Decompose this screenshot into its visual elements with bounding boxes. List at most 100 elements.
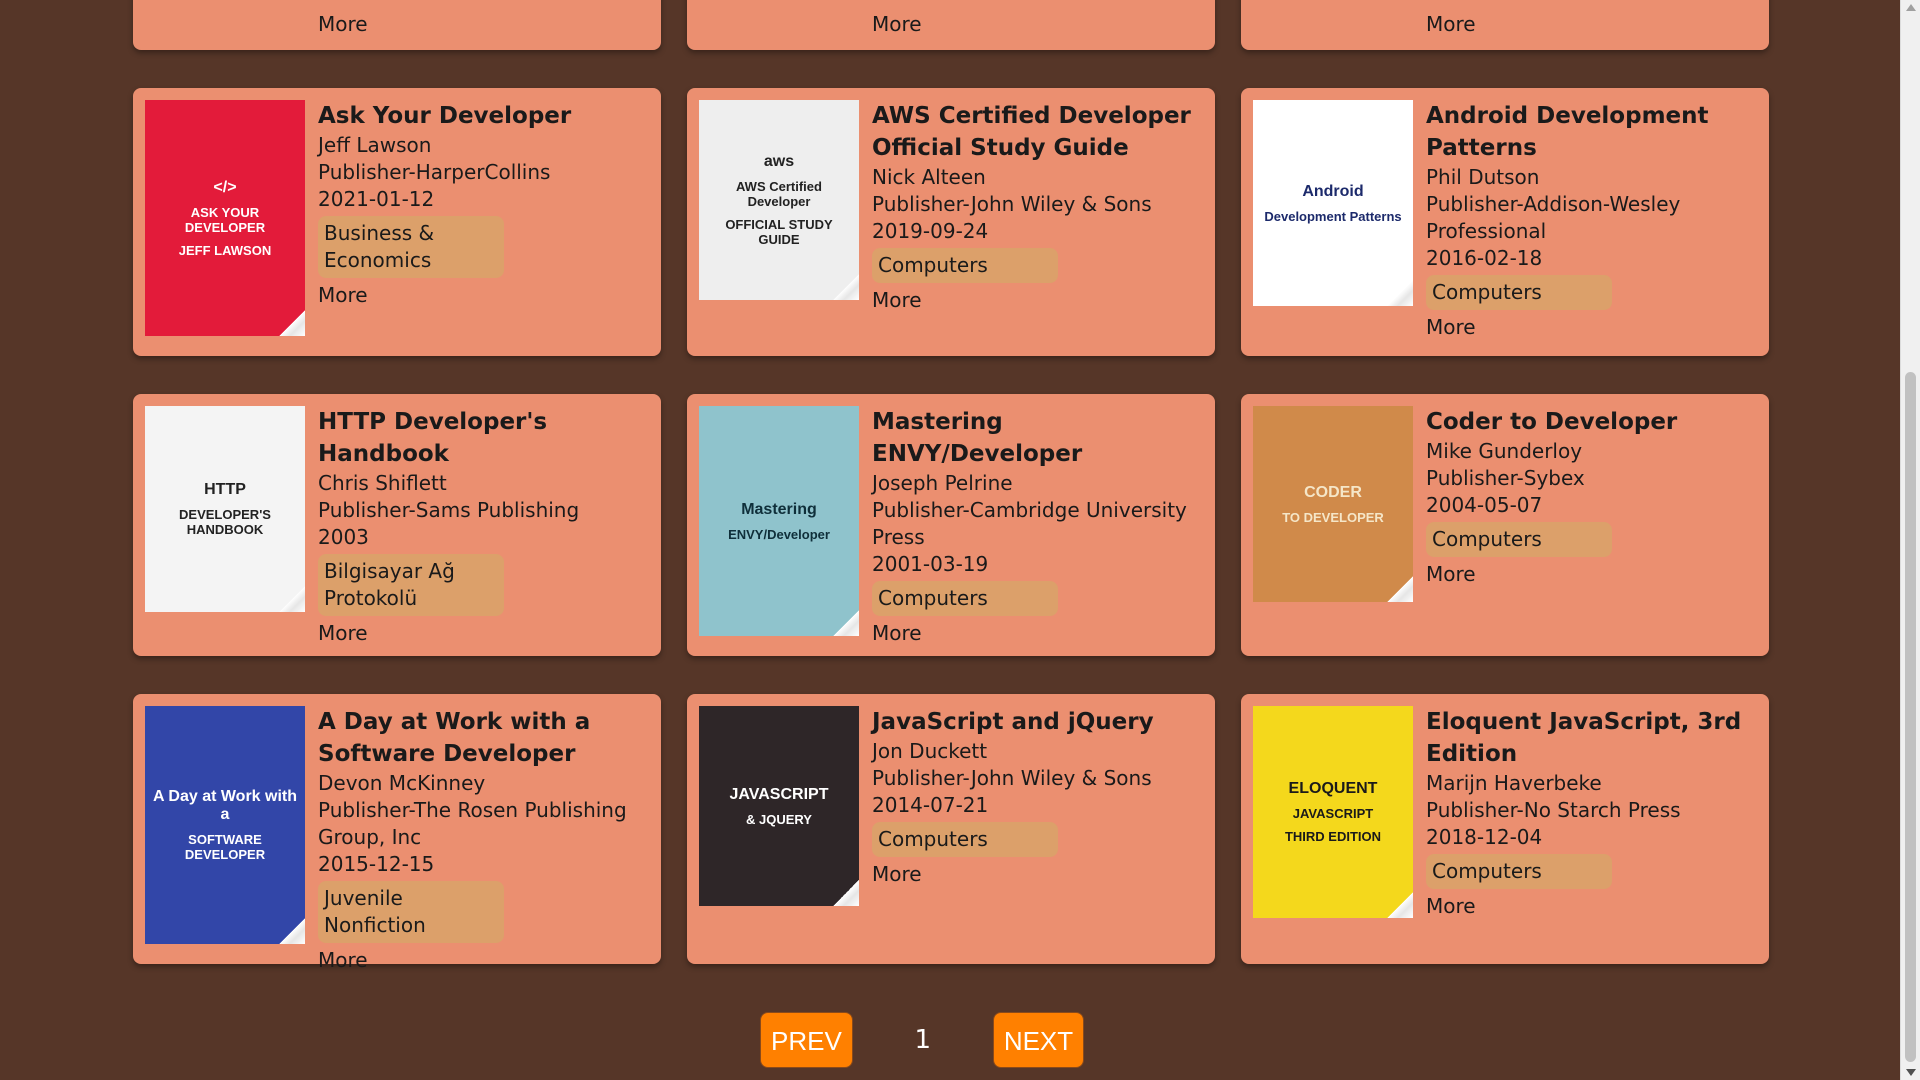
book-author: Jon Duckett xyxy=(872,739,988,763)
prev-button[interactable]: PREV xyxy=(760,1012,853,1068)
book-info: Ask Your Developer Jeff Lawson Publisher-H… xyxy=(318,100,649,344)
page-curl-icon xyxy=(279,918,305,944)
cover-text: ELOQUENT xyxy=(1288,780,1378,797)
cover-text: A Day at Work with a xyxy=(152,788,298,823)
category-badge: Computers xyxy=(1426,522,1612,557)
book-card: More xyxy=(133,0,661,50)
category-badge: Bilgisayar Ağ Protokolü xyxy=(318,554,504,616)
category-badge: Juvenile Nonfiction xyxy=(318,881,504,943)
category-badge: Computers xyxy=(872,248,1058,283)
current-page-number: 1 xyxy=(914,1025,932,1055)
book-title: A Day at Work with a Software Developer xyxy=(318,709,591,767)
more-link[interactable]: More xyxy=(318,620,649,647)
book-date: 2016-02-18 xyxy=(1426,246,1543,270)
more-link[interactable]: More xyxy=(318,11,649,38)
book-cover-image[interactable]: Mastering ENVY/Developer xyxy=(699,406,859,636)
more-link[interactable]: More xyxy=(318,282,649,309)
more-link[interactable]: More xyxy=(872,11,1203,38)
more-link[interactable]: More xyxy=(872,861,1203,888)
book-author: Mike Gunderloy xyxy=(1426,439,1583,463)
page-curl-icon xyxy=(833,274,859,300)
book-cover-image[interactable]: Android Development Patterns xyxy=(1253,100,1413,306)
category-badge: Computers xyxy=(1426,854,1612,889)
cover-text: THIRD EDITION xyxy=(1284,829,1382,844)
book-card: </> ASK YOUR DEVELOPER JEFF LAWSON Ask Your… xyxy=(133,88,661,356)
book-author: Phil Dutson xyxy=(1426,165,1540,189)
book-cover-image[interactable]: A Day at Work with a SOFTWARE DEVELOPER xyxy=(145,706,305,944)
book-title: Android Development Patterns xyxy=(1426,103,1709,161)
book-cover-image[interactable]: HTTP DEVELOPER'S HANDBOOK xyxy=(145,406,305,612)
book-card: ELOQUENT JAVASCRIPT THIRD EDITION Eloquent … xyxy=(1241,694,1769,964)
cover-text: TO DEVELOPER xyxy=(1282,509,1384,525)
book-info: Mastering ENVY/Developer Joseph Pelrine Pu… xyxy=(872,406,1203,647)
book-cover-image[interactable]: aws AWS Certified Developer OFFICIAL STUDY… xyxy=(699,100,859,300)
book-cover-image[interactable]: ELOQUENT JAVASCRIPT THIRD EDITION xyxy=(1253,706,1413,918)
cover-text: ASK YOUR DEVELOPER xyxy=(184,204,266,235)
book-author: Marijn Haverbeke xyxy=(1426,771,1602,795)
book-card: CODER TO DEVELOPER Coder to Developer Mike … xyxy=(1241,394,1769,656)
category-badge: Business & Economics xyxy=(318,216,504,278)
book-date: 2014-07-21 xyxy=(872,793,989,817)
book-cover-image[interactable]: </> ASK YOUR DEVELOPER JEFF LAWSON xyxy=(145,100,305,336)
book-card: aws AWS Certified Developer OFFICIAL STUDY… xyxy=(687,88,1215,356)
book-title: Ask Your Developer xyxy=(318,103,572,129)
cover-text: JEFF LAWSON xyxy=(178,242,272,258)
more-link[interactable]: More xyxy=(872,620,1203,647)
scrollbar-thumb[interactable] xyxy=(1905,372,1916,1062)
book-title: HTTP Developer's Handbook xyxy=(318,409,548,467)
book-card: Mastering ENVY/Developer Mastering ENVY/De… xyxy=(687,394,1215,656)
more-link[interactable]: More xyxy=(1426,893,1757,920)
vertical-scrollbar[interactable] xyxy=(1900,0,1920,1080)
page-curl-icon xyxy=(1387,280,1413,306)
book-author: Nick Alteen xyxy=(872,165,986,189)
book-cover-image[interactable]: JAVASCRIPT & JQUERY xyxy=(699,706,859,906)
pagination: PREV 1 NEXT xyxy=(760,1012,1085,1068)
more-link[interactable]: More xyxy=(1426,561,1757,588)
book-card: More xyxy=(1241,0,1769,50)
cover-text: JAVASCRIPT xyxy=(1292,806,1374,821)
book-publisher: Publisher-HarperCollins xyxy=(318,160,551,184)
cover-text: </> xyxy=(213,178,237,196)
more-link[interactable]: More xyxy=(318,947,649,974)
cover-text: AWS Certified Developer xyxy=(736,179,822,209)
book-card: Android Development Patterns Android Devel… xyxy=(1241,88,1769,356)
book-date: 2021-01-12 xyxy=(318,187,435,211)
book-title: Eloquent JavaScript, 3rd Edition xyxy=(1426,709,1742,767)
book-publisher: Publisher-John Wiley & Sons xyxy=(872,766,1152,790)
book-info: Eloquent JavaScript, 3rd Edition Marijn H… xyxy=(1426,706,1757,952)
scroll-up-arrow-icon[interactable] xyxy=(1906,4,1916,11)
page-curl-icon xyxy=(1387,892,1413,918)
book-publisher: Publisher-The Rosen Publishing Group, In… xyxy=(318,798,627,849)
book-title: JavaScript and jQuery xyxy=(872,709,1154,735)
cover-text: JAVASCRIPT xyxy=(729,785,829,803)
book-publisher: Publisher-Addison-Wesley Professional xyxy=(1426,192,1681,243)
more-link[interactable]: More xyxy=(1426,314,1757,341)
book-cover-image[interactable]: CODER TO DEVELOPER xyxy=(1253,406,1413,602)
book-publisher: Publisher-Sybex xyxy=(1426,466,1585,490)
scroll-down-arrow-icon[interactable] xyxy=(1906,1069,1916,1076)
book-author: Devon McKinney xyxy=(318,771,486,795)
book-info: Android Development Patterns Phil Dutson P… xyxy=(1426,100,1757,344)
page-curl-icon xyxy=(279,310,305,336)
book-list-page: More More More </> ASK YOUR DEVELOPER JEFF LA… xyxy=(0,0,1900,1080)
category-badge: Computers xyxy=(1426,275,1612,310)
book-publisher: Publisher-No Starch Press xyxy=(1426,798,1681,822)
book-date: 2003 xyxy=(318,525,369,549)
category-badge: Computers xyxy=(872,581,1058,616)
next-button[interactable]: NEXT xyxy=(992,1012,1085,1068)
book-info: More xyxy=(872,0,1203,38)
cover-text: aws xyxy=(763,153,795,170)
more-link[interactable]: More xyxy=(1426,11,1757,38)
book-title: AWS Certified Developer Official Study G… xyxy=(872,103,1191,161)
more-link[interactable]: More xyxy=(872,287,1203,314)
book-info: A Day at Work with a Software Developer D… xyxy=(318,706,649,972)
book-card: JAVASCRIPT & JQUERY JavaScript and jQuery J… xyxy=(687,694,1215,964)
book-author: Jeff Lawson xyxy=(318,133,432,157)
book-info: HTTP Developer's Handbook Chris Shiflett P… xyxy=(318,406,649,647)
book-card: More xyxy=(687,0,1215,50)
book-author: Joseph Pelrine xyxy=(872,471,1013,495)
cover-text: ENVY/Developer xyxy=(728,526,830,542)
book-info: JavaScript and jQuery Jon Duckett Publishe… xyxy=(872,706,1203,952)
book-publisher: Publisher-Cambridge University Press xyxy=(872,498,1187,549)
category-badge: Computers xyxy=(872,822,1058,857)
